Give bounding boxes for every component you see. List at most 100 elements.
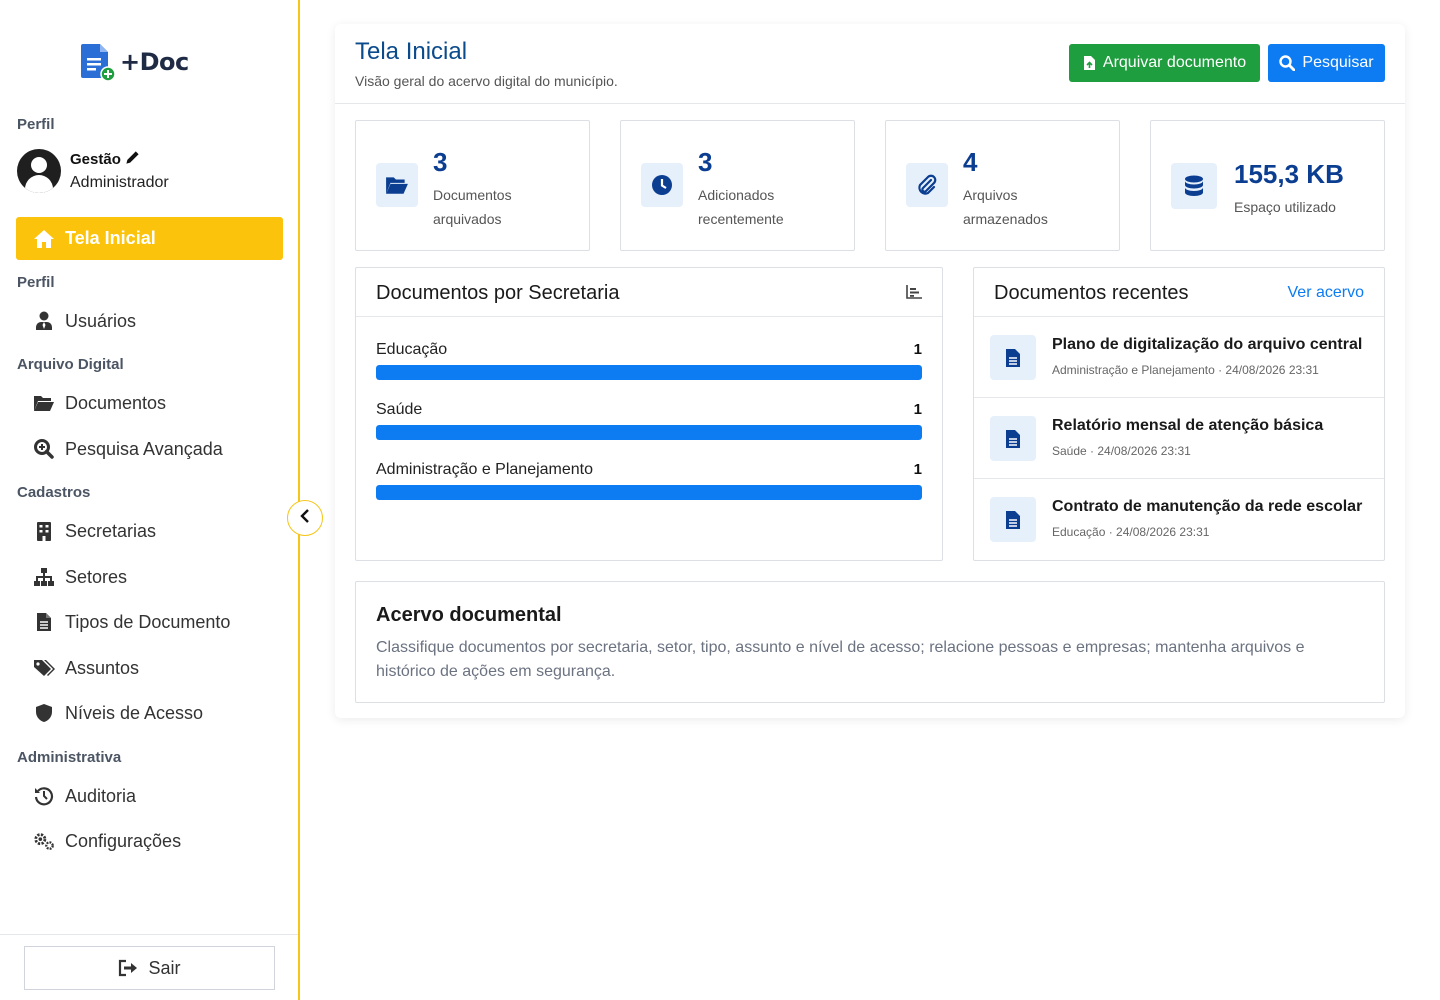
department-label: Saúde [376, 401, 423, 418]
sidebar-item-label: Configurações [65, 830, 182, 851]
progress-fill [376, 485, 922, 500]
recent-document-item[interactable]: Plano de digitalização do arquivo centra… [974, 317, 1384, 398]
recent-document-title: Contrato de manutenção da rede escolar [1052, 498, 1363, 515]
stat-label: Documentos arquivados [433, 187, 512, 227]
department-count: 1 [913, 341, 922, 358]
sidebar-item-label: Níveis de Acesso [65, 702, 204, 723]
department-row: Educação 1 [376, 341, 922, 380]
profile-section-label: Perfil [17, 116, 55, 133]
collection-description: Classifique documentos por secretaria, s… [376, 639, 1305, 680]
stat-label: Adicionados recentemente [698, 187, 784, 227]
search-label: Pesquisar [1302, 54, 1374, 71]
file-alt-icon [33, 611, 55, 633]
panel-title: Documentos por Secretaria [376, 282, 620, 304]
panel-header: Documentos por Secretaria [356, 268, 942, 317]
building-icon [33, 520, 55, 542]
app-name: +Doc [120, 48, 189, 76]
sidebar-item-label: Assuntos [65, 657, 140, 678]
sidebar: +Doc Perfil Gestão Administrador Tela In… [0, 0, 300, 1000]
sidebar-item-tela-inicial[interactable]: Tela Inicial [16, 217, 283, 260]
department-row: Administração e Planejamento 1 [376, 461, 922, 500]
section-label-arquivo-digital: Arquivo Digital [17, 356, 124, 373]
document-logo-icon [81, 44, 116, 82]
section-label-cadastros: Cadastros [17, 484, 91, 501]
progress-track [376, 365, 922, 380]
stat-label: Espaço utilizado [1234, 199, 1336, 215]
progress-fill [376, 425, 922, 440]
collapse-sidebar-button[interactable] [287, 500, 323, 536]
history-icon [33, 785, 55, 807]
clock-icon [641, 163, 683, 207]
pencil-icon[interactable] [125, 150, 140, 169]
chart-bar-icon [906, 285, 922, 304]
file-icon [990, 416, 1036, 461]
recent-documents-panel: Documentos recentes Ver acervo Plano de … [973, 267, 1385, 561]
recent-document-title: Plano de digitalização do arquivo centra… [1052, 336, 1363, 353]
search-icon [1279, 55, 1296, 71]
progress-track [376, 485, 922, 500]
database-icon [1171, 163, 1217, 209]
sidebar-item-label: Auditoria [65, 785, 137, 806]
sidebar-item-setores[interactable]: Setores [33, 564, 127, 590]
recent-document-title: Relatório mensal de atenção básica [1052, 417, 1324, 434]
chevron-left-icon [299, 508, 311, 528]
search-button[interactable]: Pesquisar [1268, 44, 1385, 82]
stat-value: 4 [963, 147, 978, 177]
user-tie-icon [33, 310, 55, 332]
paperclip-icon [906, 163, 948, 207]
profile-name: Gestão [70, 151, 121, 168]
sign-out-icon [118, 959, 138, 977]
sidebar-item-label: Tela Inicial [65, 228, 156, 248]
avatar [17, 149, 61, 193]
logout-button[interactable]: Sair [24, 946, 275, 990]
department-row: Saúde 1 [376, 401, 922, 440]
sidebar-item-tipos-de-documento[interactable]: Tipos de Documento [33, 609, 230, 635]
department-count: 1 [913, 461, 922, 478]
collection-info-panel: Acervo documental Classifique documentos… [355, 581, 1385, 703]
stat-card-recent: 3 Adicionados recentemente [620, 120, 855, 251]
sidebar-item-configuracoes[interactable]: Configurações [33, 828, 181, 854]
sidebar-item-usuarios[interactable]: Usuários [33, 308, 136, 334]
department-panel: Documentos por Secretaria Educação 1 Saú… [355, 267, 943, 561]
search-plus-icon [33, 438, 55, 460]
sitemap-icon [33, 566, 55, 588]
home-icon [33, 229, 55, 249]
recent-document-meta: Administração e Planejamento · 24/08/202… [1052, 363, 1319, 377]
sidebar-item-pesquisa-avancada[interactable]: Pesquisa Avançada [33, 436, 223, 462]
sidebar-item-label: Documentos [65, 392, 167, 413]
sidebar-item-assuntos[interactable]: Assuntos [33, 655, 139, 681]
stat-card-storage: 155,3 KB Espaço utilizado [1150, 120, 1385, 251]
archive-document-button[interactable]: Arquivar documento [1069, 44, 1260, 82]
sidebar-item-label: Secretarias [65, 520, 157, 541]
cogs-icon [33, 830, 55, 852]
section-label-administrativa: Administrativa [17, 749, 122, 766]
panel-title: Documentos recentes [994, 282, 1189, 304]
recent-document-item[interactable]: Contrato de manutenção da rede escolar E… [974, 479, 1384, 560]
profile-role: Administrador [70, 174, 169, 191]
shield-icon [33, 702, 55, 724]
folder-open-icon [33, 392, 55, 414]
sidebar-item-niveis-de-acesso[interactable]: Níveis de Acesso [33, 700, 203, 726]
page-subtitle: Visão geral do acervo digital do municíp… [355, 73, 618, 89]
page-title: Tela Inicial [355, 38, 468, 65]
stat-value: 3 [698, 147, 713, 177]
app-logo[interactable]: +Doc [80, 42, 189, 82]
sidebar-item-auditoria[interactable]: Auditoria [33, 783, 136, 809]
sidebar-item-label: Pesquisa Avançada [65, 438, 223, 459]
panel-header: Documentos recentes Ver acervo [974, 268, 1384, 317]
profile-name-row: Gestão [70, 150, 169, 169]
file-icon [990, 335, 1036, 380]
sidebar-item-secretarias[interactable]: Secretarias [33, 518, 156, 544]
view-collection-link[interactable]: Ver acervo [1288, 284, 1364, 302]
file-upload-icon [1083, 55, 1096, 71]
logout-label: Sair [148, 957, 181, 978]
archive-document-label: Arquivar documento [1102, 54, 1247, 71]
folder-open-icon [376, 163, 418, 207]
page-header: Tela Inicial Visão geral do acervo digit… [335, 24, 1405, 104]
recent-document-item[interactable]: Relatório mensal de atenção básica Saúde… [974, 398, 1384, 479]
sidebar-item-label: Usuários [65, 310, 137, 331]
progress-track [376, 425, 922, 440]
stat-value: 3 [433, 147, 448, 177]
sidebar-item-documentos[interactable]: Documentos [33, 390, 166, 416]
stat-card-files: 4 Arquivos armazenados [885, 120, 1120, 251]
